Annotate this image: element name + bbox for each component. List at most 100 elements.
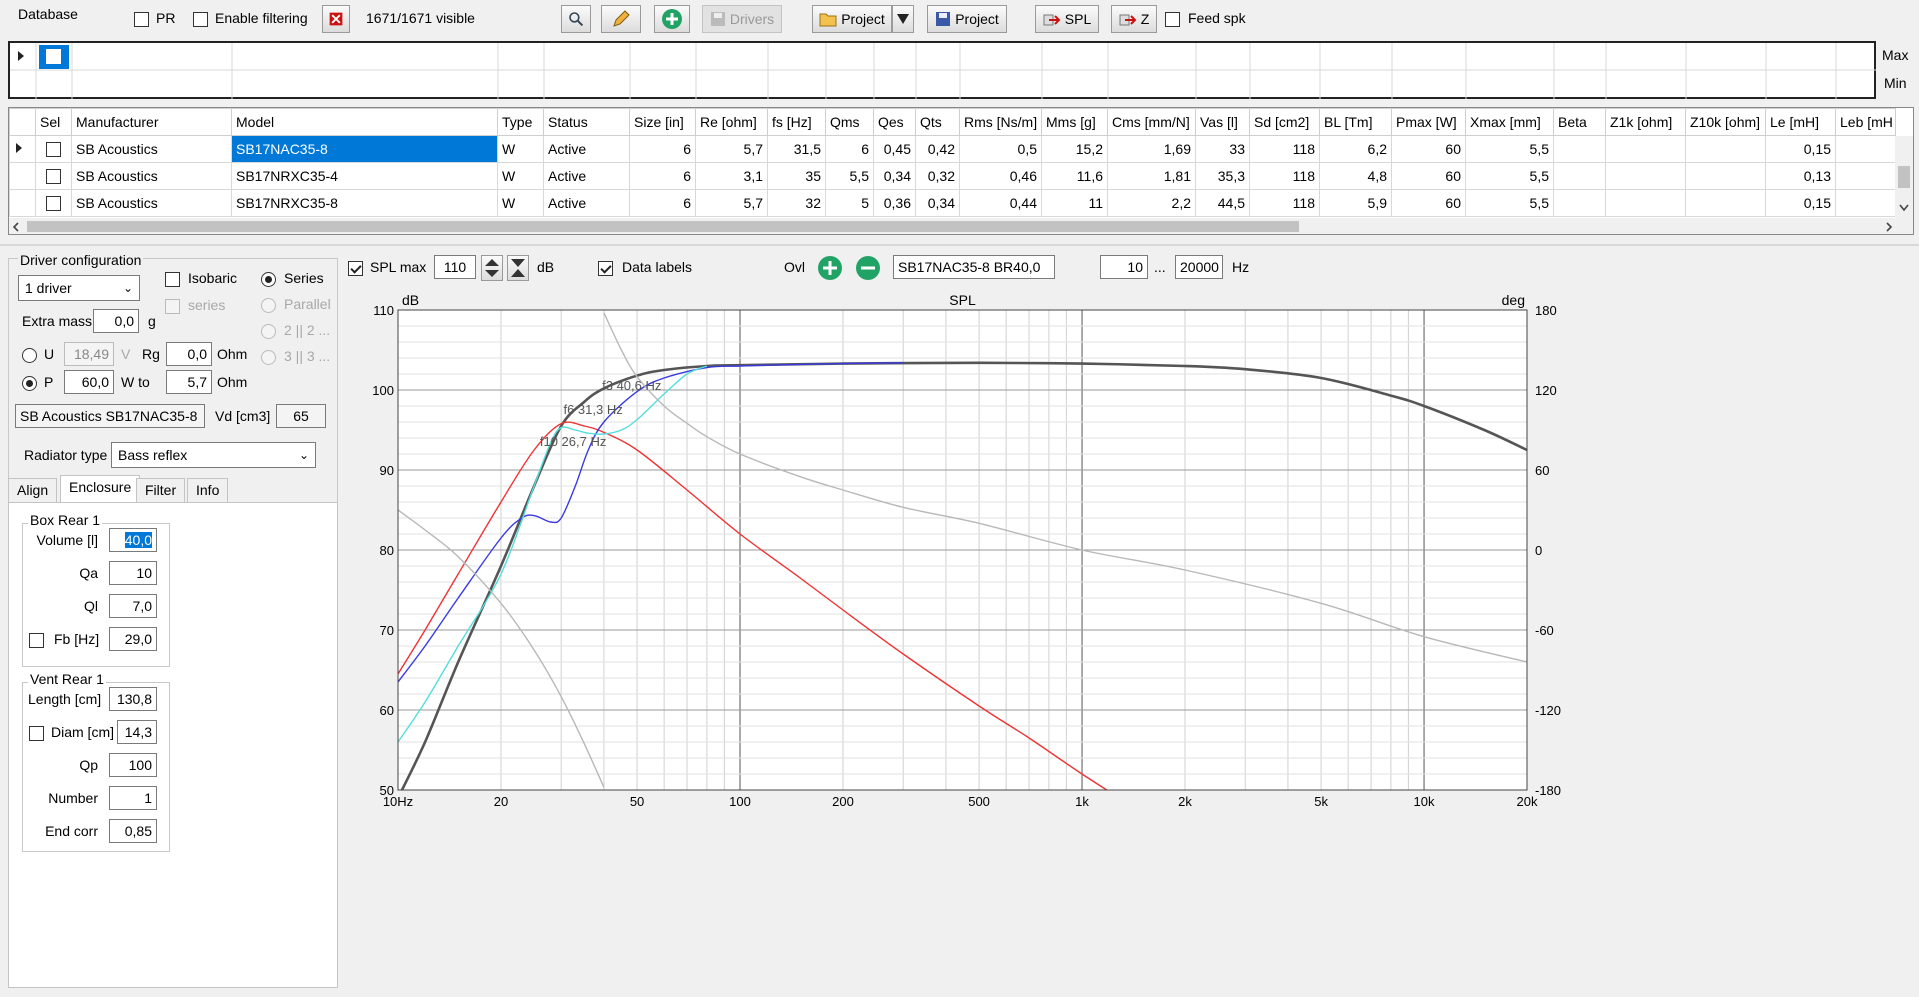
impedance-input[interactable]: 5,7	[166, 370, 212, 394]
p-radio[interactable]	[22, 374, 37, 391]
diam-checkbox[interactable]	[29, 724, 44, 741]
row-select-checkbox[interactable]	[35, 189, 72, 217]
project-dropdown-button[interactable]	[892, 5, 914, 33]
folder-icon	[819, 13, 837, 27]
fb-input[interactable]: 29,0	[109, 627, 157, 651]
filter-grid[interactable]	[8, 41, 1876, 99]
overlay-name-input[interactable]: SB17NAC35-8 BR40,0	[893, 255, 1055, 279]
edit-button[interactable]	[601, 5, 641, 33]
series-checkbox[interactable]	[165, 297, 180, 314]
diam-input[interactable]: 14,3	[117, 720, 157, 744]
column-header[interactable]: Manufacturer	[71, 108, 232, 136]
chevron-right-icon[interactable]	[1885, 222, 1893, 232]
tab-info[interactable]: Info	[187, 478, 229, 502]
feed-spk-checkbox[interactable]	[1165, 10, 1180, 27]
freq-from-input[interactable]: 10	[1100, 255, 1148, 279]
driver-table[interactable]: Sel Manufacturer Model Type Status Size …	[8, 107, 1914, 235]
column-header[interactable]: Rms [Ns/m]	[959, 108, 1042, 136]
vertical-scroll-thumb[interactable]	[1898, 166, 1910, 188]
filter-sel-cell[interactable]	[39, 45, 69, 69]
tab-align[interactable]: Align	[8, 478, 58, 502]
column-header[interactable]: Status	[543, 108, 630, 136]
spl-max-input[interactable]: 110	[434, 255, 476, 279]
p-input[interactable]: 60,0	[64, 370, 114, 394]
column-header[interactable]: Mms [g]	[1041, 108, 1108, 136]
series-radio[interactable]	[261, 270, 276, 287]
fb-checkbox[interactable]	[29, 631, 44, 648]
parallel-radio[interactable]	[261, 296, 276, 313]
column-header[interactable]: Xmax [mm]	[1465, 108, 1554, 136]
freq-to-input[interactable]: 20000	[1175, 255, 1223, 279]
column-header[interactable]: Qts	[915, 108, 960, 136]
horizontal-scroll-thumb[interactable]	[27, 221, 1299, 232]
table-vertical-scrollbar[interactable]	[1895, 136, 1913, 218]
column-header[interactable]: Leb [mH	[1835, 108, 1896, 136]
tab-filter[interactable]: Filter	[136, 478, 186, 502]
column-header[interactable]: Vas [l]	[1195, 108, 1250, 136]
rg-input[interactable]: 0,0	[166, 342, 212, 366]
add-overlay-button[interactable]	[816, 254, 844, 285]
spl-chart[interactable]: 10Hz 20 50 100 200 500 1k 2k 5k 10k 20k50607080901…	[350, 288, 1919, 997]
option-3-radio[interactable]	[261, 348, 276, 365]
column-header[interactable]: Size [in]	[629, 108, 696, 136]
column-header[interactable]: Model	[231, 108, 498, 136]
column-header[interactable]: Re [ohm]	[695, 108, 768, 136]
number-input[interactable]: 1	[109, 786, 157, 810]
project-open-button[interactable]: Project	[812, 5, 892, 33]
column-header[interactable]: Qms	[825, 108, 874, 136]
column-header[interactable]: BL [Tm]	[1319, 108, 1392, 136]
length-input[interactable]: 130,8	[109, 687, 157, 711]
qa-input[interactable]: 10	[109, 561, 157, 585]
splitter[interactable]	[0, 244, 1919, 246]
project-save-button[interactable]: Project	[927, 5, 1007, 33]
column-header[interactable]: Z1k [ohm]	[1605, 108, 1686, 136]
cell-z1k	[1605, 189, 1686, 217]
add-button[interactable]	[654, 5, 690, 33]
ql-input[interactable]: 7,0	[109, 594, 157, 618]
end-corr-input[interactable]: 0,85	[109, 819, 157, 843]
z-export-button[interactable]: Z	[1111, 5, 1157, 33]
spl-export-button[interactable]: SPL	[1035, 5, 1099, 33]
enable-filtering-checkbox[interactable]	[193, 10, 208, 27]
tab-enclosure[interactable]: Enclosure	[60, 475, 141, 502]
u-radio[interactable]	[22, 346, 37, 363]
spl-max-checkbox[interactable]	[348, 259, 363, 276]
spl-fit-button[interactable]	[507, 255, 529, 281]
spl-max-spin-button[interactable]	[481, 255, 503, 281]
qp-input[interactable]: 100	[109, 753, 157, 777]
row-select-checkbox[interactable]	[35, 162, 72, 190]
triangle-down-icon	[897, 14, 909, 24]
pr-checkbox[interactable]	[134, 10, 149, 27]
drivers-button[interactable]: Drivers	[702, 5, 782, 33]
column-header[interactable]: fs [Hz]	[767, 108, 826, 136]
table-row[interactable]: SB Acoustics SB17NRXC35-8 W Active 6 5,7…	[9, 189, 1896, 217]
column-header[interactable]: Pmax [W]	[1391, 108, 1466, 136]
column-header[interactable]: Z10k [ohm]	[1685, 108, 1766, 136]
isobaric-checkbox[interactable]	[165, 270, 180, 287]
column-header[interactable]: Sd [cm2]	[1249, 108, 1320, 136]
column-header[interactable]: Qes	[873, 108, 916, 136]
radiator-type-select[interactable]: Bass reflex ⌄	[111, 442, 316, 468]
row-select-checkbox[interactable]	[35, 135, 72, 163]
volume-input[interactable]: 40,0	[109, 528, 157, 552]
table-row[interactable]: SB Acoustics SB17NRXC35-4 W Active 6 3,1…	[9, 162, 1896, 190]
remove-overlay-button[interactable]	[854, 254, 882, 285]
clear-filter-button[interactable]	[322, 5, 350, 33]
vd-value: 65	[276, 404, 326, 428]
chevron-down-icon[interactable]	[1899, 204, 1909, 212]
data-labels-checkbox[interactable]	[598, 259, 613, 276]
table-horizontal-scrollbar[interactable]	[9, 218, 1913, 234]
chevron-left-icon[interactable]	[12, 222, 20, 232]
option-2-radio[interactable]	[261, 322, 276, 339]
table-row[interactable]: SB Acoustics SB17NAC35-8 W Active 6 5,7 …	[9, 135, 1896, 163]
column-header[interactable]: Cms [mm/N]	[1107, 108, 1196, 136]
driver-count-select[interactable]: 1 driver ⌄	[18, 275, 140, 301]
qp-label: Qp	[79, 757, 98, 773]
u-input[interactable]: 18,49	[64, 342, 114, 366]
column-header[interactable]: Sel	[35, 108, 72, 136]
column-header[interactable]: Type	[497, 108, 544, 136]
search-button[interactable]	[561, 5, 591, 33]
column-header[interactable]: Beta	[1553, 108, 1606, 136]
column-header[interactable]: Le [mH]	[1765, 108, 1836, 136]
extra-mass-input[interactable]: 0,0	[93, 309, 139, 333]
